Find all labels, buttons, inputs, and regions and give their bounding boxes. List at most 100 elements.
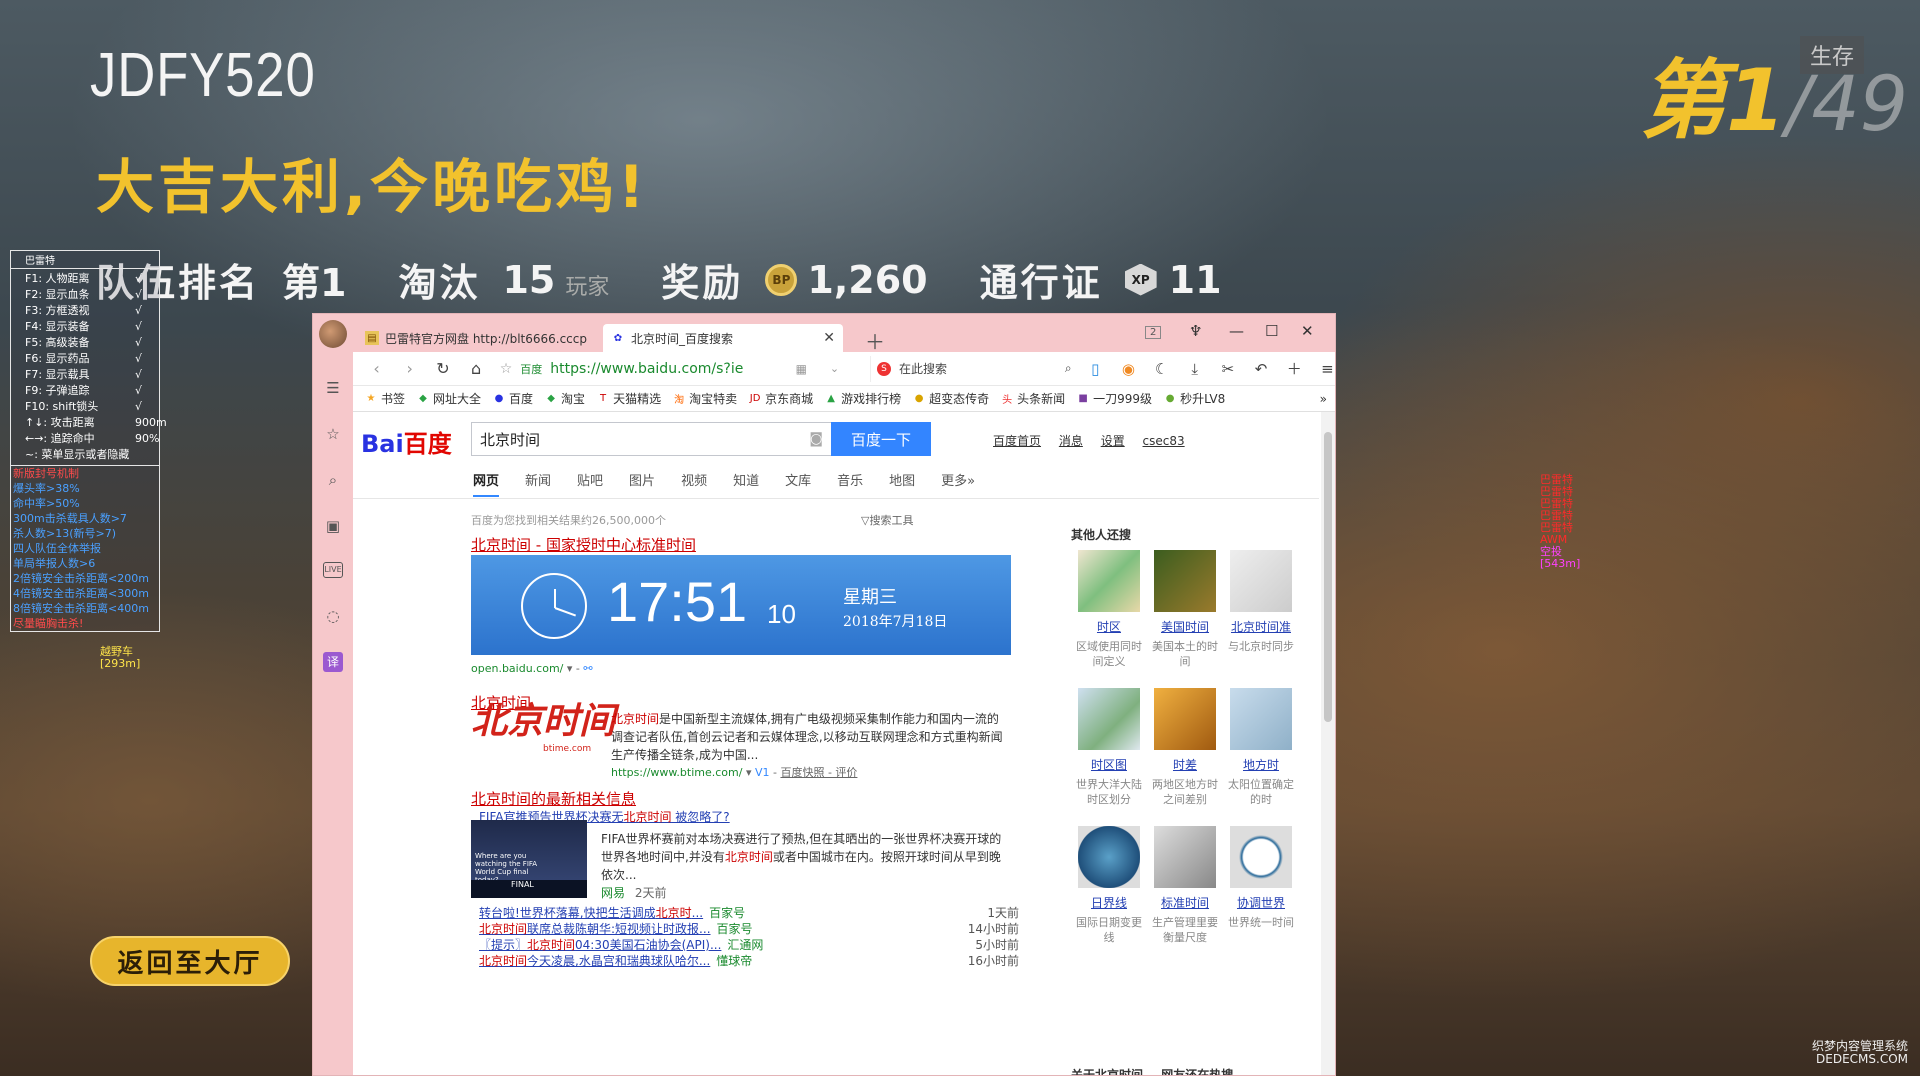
related-search-name[interactable]: 北京时间准 xyxy=(1223,618,1299,635)
related-search-image[interactable] xyxy=(1230,550,1292,612)
related-search-image[interactable] xyxy=(1078,688,1140,750)
favorites-star-icon[interactable]: ☆ xyxy=(323,424,343,444)
hot-search-link[interactable]: 网友还在热搜 xyxy=(1161,1068,1233,1075)
bookmark-item[interactable]: ● 百度 xyxy=(493,390,533,407)
tab-count-badge[interactable]: 2 xyxy=(1145,326,1162,339)
related-search-item[interactable]: 协调世界 世界统一时间 xyxy=(1223,826,1299,930)
news-link[interactable]: 〖提示〗北京时间04:30美国石油协会(API)... xyxy=(479,936,721,953)
return-to-lobby-button[interactable]: 返回至大厅 xyxy=(90,936,290,986)
bookmark-item[interactable]: ● 秒升LV8 xyxy=(1164,390,1226,407)
baidu-tab[interactable]: 新闻 xyxy=(525,464,551,497)
result-title-ntsc[interactable]: 北京时间 - 国家授时中心标准时间 xyxy=(471,534,696,555)
related-search-name[interactable]: 时区图 xyxy=(1071,756,1147,773)
related-search-item[interactable]: 地方时 太阳位置确定的时 xyxy=(1223,688,1299,807)
related-search-image[interactable] xyxy=(1230,826,1292,888)
close-window-icon[interactable]: ✕ xyxy=(1301,322,1314,340)
bookmark-item[interactable]: ● 超变态传奇 xyxy=(913,390,989,407)
related-search-image[interactable] xyxy=(1154,550,1216,612)
download-icon[interactable]: ⤓ xyxy=(1185,360,1204,378)
bookmark-item[interactable]: ★ 书签 xyxy=(365,390,406,407)
bookmarks-more-icon[interactable]: » xyxy=(1320,392,1327,406)
news-list-item[interactable]: 北京时间今天凌晨,水晶宫和瑞典球队哈尔... 懂球帝 16小时前 xyxy=(479,952,1019,969)
new-tab-icon[interactable]: ＋ xyxy=(865,326,885,355)
game-icon[interactable]: ◉ xyxy=(1119,360,1138,378)
home-icon[interactable]: ⌂ xyxy=(467,359,486,378)
forward-icon[interactable]: › xyxy=(400,359,419,378)
tab-close-icon[interactable]: ✕ xyxy=(823,330,835,346)
related-search-image[interactable] xyxy=(1078,550,1140,612)
news-list-item[interactable]: 转台啦!世界杯落幕,快把生活调成北京时... 百家号 1天前 xyxy=(479,904,1019,921)
bookmark-item[interactable]: T 天猫精选 xyxy=(597,390,661,407)
related-search-item[interactable]: 标准时间 生产管理里要衡量尺度 xyxy=(1147,826,1223,945)
translate-icon[interactable]: 译 xyxy=(323,652,343,672)
shirt-skin-icon[interactable]: ♆ xyxy=(1189,322,1202,340)
news-list-item[interactable]: 北京时间联席总裁陈朝华:短视频让时政报... 百家号 14小时前 xyxy=(479,920,1019,937)
maximize-icon[interactable]: ☐ xyxy=(1265,322,1278,340)
minimize-icon[interactable]: — xyxy=(1229,322,1244,340)
related-search-name[interactable]: 美国时间 xyxy=(1147,618,1223,635)
baidu-tab[interactable]: 知道 xyxy=(733,464,759,497)
related-search-image[interactable] xyxy=(1154,826,1216,888)
link-user[interactable]: csec83 xyxy=(1143,434,1185,448)
related-search-item[interactable]: 时区图 世界大洋大陆时区划分 xyxy=(1071,688,1147,807)
related-search-name[interactable]: 时区 xyxy=(1071,618,1147,635)
sidebar-search-icon[interactable]: ⌕ xyxy=(323,470,343,490)
url-dropdown-icon[interactable]: ⌄ xyxy=(825,362,844,375)
baidu-search-button[interactable]: 百度一下 xyxy=(831,422,931,456)
news-link[interactable]: 北京时间联席总裁陈朝华:短视频让时政报... xyxy=(479,920,711,937)
baidu-search-input[interactable]: 北京时间 ◙ xyxy=(471,422,831,456)
related-search-item[interactable]: 时区 区域使用同时间定义 xyxy=(1071,550,1147,669)
qr-code-icon[interactable]: ▦ xyxy=(792,362,811,376)
scrollbar-thumb[interactable] xyxy=(1324,432,1332,722)
phone-icon[interactable]: ▯ xyxy=(1086,360,1105,378)
baidu-tab[interactable]: 图片 xyxy=(629,464,655,497)
baidu-tab[interactable]: 文库 xyxy=(785,464,811,497)
menu-icon[interactable]: ≡ xyxy=(1318,360,1335,378)
bookmark-item[interactable]: JD 京东商城 xyxy=(749,390,813,407)
baidu-tab[interactable]: 视频 xyxy=(681,464,707,497)
bookmark-item[interactable]: ■ 一刀999级 xyxy=(1077,390,1152,407)
url-bar[interactable]: ☆ 百度 https://www.baidu.com/s?ie xyxy=(500,356,778,382)
baidu-tab[interactable]: 音乐 xyxy=(837,464,863,497)
news-thumbnail[interactable]: Where are you watching the FIFA World Cu… xyxy=(471,820,587,898)
baidu-tab[interactable]: 网页 xyxy=(473,464,500,497)
baidu-tab[interactable]: 地图 xyxy=(889,464,915,497)
btime-logo[interactable]: 北京时间 btime.com xyxy=(471,702,615,756)
night-mode-icon[interactable]: ☾ xyxy=(1152,360,1171,378)
camera-icon[interactable]: ◙ xyxy=(809,431,823,447)
tab-baidu-search[interactable]: ✿ 北京时间_百度搜索 ✕ xyxy=(603,324,843,352)
related-search-image[interactable] xyxy=(1154,688,1216,750)
baidu-tab[interactable]: 更多» xyxy=(941,464,975,497)
undo-icon[interactable]: ↶ xyxy=(1251,360,1270,378)
bookmark-item[interactable]: ▲ 游戏排行榜 xyxy=(825,390,901,407)
related-search-name[interactable]: 日界线 xyxy=(1071,894,1147,911)
news-link[interactable]: 转台啦!世界杯落幕,快把生活调成北京时... xyxy=(479,904,703,921)
user-avatar[interactable] xyxy=(319,320,347,348)
about-beijing-time-link[interactable]: 关于北京时间 xyxy=(1071,1068,1143,1075)
search-icon[interactable]: ⌕ xyxy=(1065,361,1072,376)
bookmark-item[interactable]: 头头条新闻 xyxy=(1001,390,1065,407)
chat-bubble-icon[interactable]: ◌ xyxy=(323,606,343,626)
bookmark-item[interactable]: ◆ 淘宝 xyxy=(545,390,585,407)
add-icon[interactable]: ＋ xyxy=(1285,358,1304,379)
search-engine-icon[interactable]: S xyxy=(877,361,892,376)
link-baidu-home[interactable]: 百度首页 xyxy=(993,434,1041,448)
bookmark-star-icon[interactable]: ☆ xyxy=(500,361,513,377)
news-list-item[interactable]: 〖提示〗北京时间04:30美国石油协会(API)... 汇通网 5小时前 xyxy=(479,936,1019,953)
search-tools-button[interactable]: ▽搜索工具 xyxy=(861,512,913,528)
related-search-name[interactable]: 标准时间 xyxy=(1147,894,1223,911)
related-search-item[interactable]: 北京时间准 与北京时同步 xyxy=(1223,550,1299,654)
link-messages[interactable]: 消息 xyxy=(1059,434,1083,448)
related-search-image[interactable] xyxy=(1230,688,1292,750)
news-link[interactable]: 北京时间今天凌晨,水晶宫和瑞典球队哈尔... xyxy=(479,952,710,969)
bookmark-item[interactable]: ◆ 网址大全 xyxy=(417,390,481,407)
browser-search-box[interactable]: S 在此搜索 ⌕ xyxy=(870,355,1072,382)
result-title-news[interactable]: 北京时间的最新相关信息 xyxy=(471,788,636,809)
live-icon[interactable]: LIVE xyxy=(323,562,343,578)
reload-icon[interactable]: ↻ xyxy=(433,359,452,378)
result-url[interactable]: https://www.btime.com/ ▾ V1 - 百度快照 - 评价 xyxy=(611,764,857,780)
tab-netdisk[interactable]: ▤ 巴雷特官方网盘 http://blt6666.cccp xyxy=(357,324,597,352)
page-scrollbar[interactable] xyxy=(1321,412,1335,1075)
related-search-item[interactable]: 时差 两地区地方时之间差别 xyxy=(1147,688,1223,807)
video-icon[interactable]: ▣ xyxy=(323,516,343,536)
